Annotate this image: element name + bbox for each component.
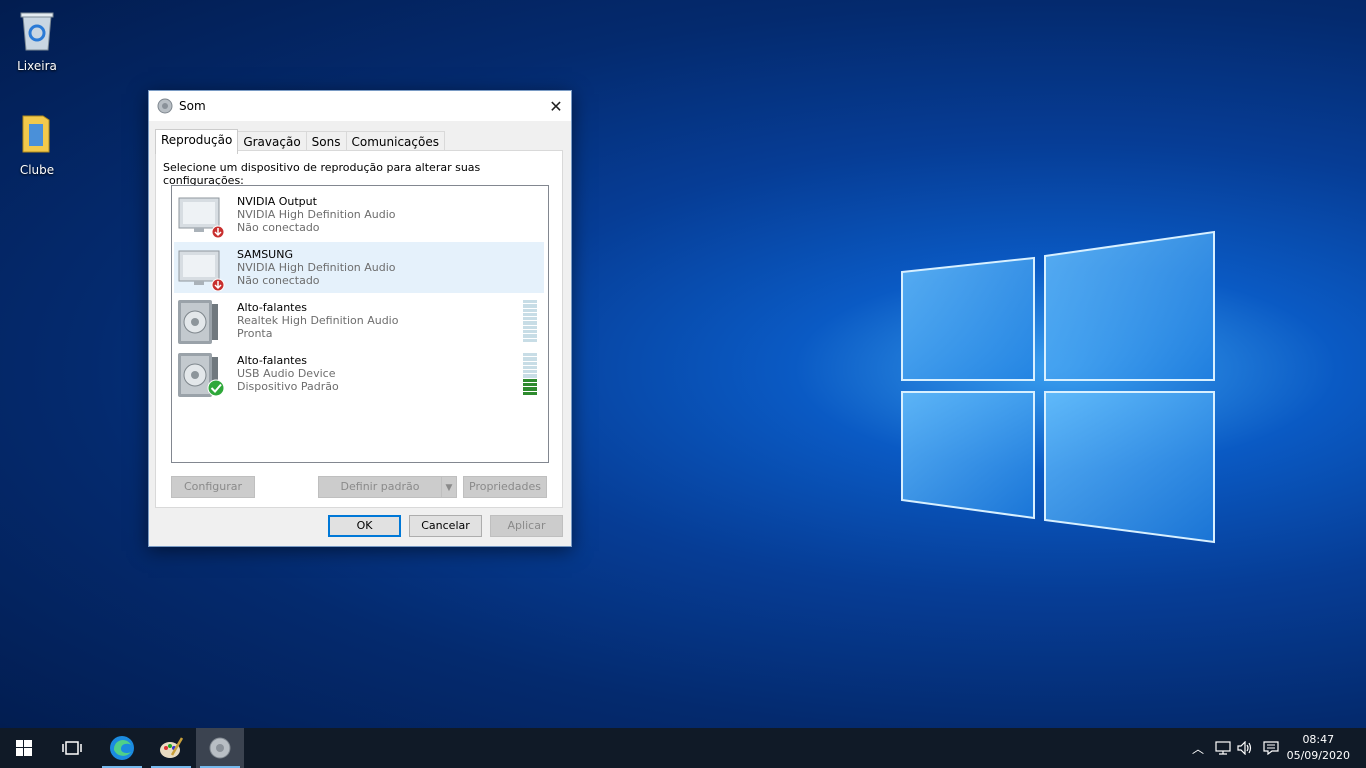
clock-date: 05/09/2020 (1286, 749, 1350, 762)
device-status: Dispositivo Padrão (237, 380, 339, 393)
task-view-button[interactable] (48, 728, 96, 768)
volume-icon (1237, 741, 1252, 755)
device-name: SAMSUNG (237, 248, 293, 261)
desktop-icon-label: Lixeira (17, 59, 57, 73)
device-name: NVIDIA Output (237, 195, 317, 208)
windows-icon (16, 740, 32, 756)
windows-wallpaper-logo (901, 230, 1215, 544)
device-driver: USB Audio Device (237, 367, 336, 380)
device-name: Alto-falantes (237, 354, 307, 367)
ok-button[interactable]: OK (328, 515, 401, 537)
title-bar[interactable]: Som ✕ (149, 91, 571, 121)
apply-button[interactable]: Aplicar (490, 515, 563, 537)
network-icon (1215, 741, 1231, 755)
cancel-button[interactable]: Cancelar (409, 515, 482, 537)
taskbar: ︿ 08:47 05/09/2020 (0, 728, 1366, 768)
instruction-text: Selecione um dispositivo de reprodução p… (163, 161, 481, 187)
device-driver: NVIDIA High Definition Audio (237, 208, 396, 221)
device-item[interactable]: NVIDIA Output NVIDIA High Definition Aud… (174, 189, 544, 240)
action-center-button[interactable] (1260, 728, 1282, 768)
speaker-app-icon (209, 737, 231, 759)
clock-time: 08:47 (1302, 733, 1335, 746)
edge-taskbar-button[interactable] (98, 728, 146, 768)
configure-button[interactable]: Configurar (171, 476, 255, 498)
device-status: Não conectado (237, 274, 320, 287)
monitor-icon (178, 250, 225, 291)
desktop-icon-clube[interactable]: Clube (2, 112, 72, 177)
tab-reproducao[interactable]: Reprodução (155, 129, 239, 154)
start-button[interactable] (0, 728, 48, 768)
desktop-icon-label: Clube (19, 163, 55, 177)
dialog-title: Som (179, 99, 206, 113)
device-status: Pronta (237, 327, 273, 340)
monitor-icon (178, 197, 225, 238)
chevron-down-icon: ▼ (445, 483, 453, 493)
playback-panel: Selecione um dispositivo de reprodução p… (155, 150, 563, 508)
volume-tray-button[interactable] (1235, 728, 1255, 768)
edge-icon (110, 736, 134, 760)
network-tray-button[interactable] (1212, 728, 1234, 768)
device-list[interactable]: NVIDIA Output NVIDIA High Definition Aud… (171, 185, 549, 463)
speaker-icon (178, 300, 218, 344)
sound-taskbar-button[interactable] (196, 728, 244, 768)
device-item-default[interactable]: Alto-falantes USB Audio Device Dispositi… (174, 348, 544, 399)
folder-icon (22, 115, 50, 153)
show-hidden-icons-button[interactable]: ︿ (1188, 728, 1208, 768)
volume-meter (523, 300, 537, 342)
desktop-icon-recycle-bin[interactable]: Lixeira (2, 8, 72, 73)
chevron-up-icon: ︿ (1191, 741, 1204, 756)
device-name: Alto-falantes (237, 301, 307, 314)
sound-dialog: Som ✕ Reprodução Gravação Sons Comunicaç… (148, 90, 572, 547)
device-item-selected[interactable]: SAMSUNG NVIDIA High Definition Audio Não… (174, 242, 544, 293)
device-driver: Realtek High Definition Audio (237, 314, 399, 327)
device-status: Não conectado (237, 221, 320, 234)
paint-taskbar-button[interactable] (147, 728, 195, 768)
set-default-button[interactable]: Definir padrão (318, 476, 442, 498)
properties-button[interactable]: Propriedades (463, 476, 547, 498)
taskbar-clock[interactable]: 08:47 05/09/2020 (1287, 732, 1350, 764)
close-icon: ✕ (549, 96, 563, 116)
speaker-icon (178, 353, 225, 397)
recycle-bin-icon (20, 12, 54, 51)
paint-icon (160, 737, 184, 758)
notification-icon (1263, 741, 1279, 755)
device-item[interactable]: Alto-falantes Realtek High Definition Au… (174, 295, 544, 346)
speaker-app-icon (157, 98, 173, 114)
close-button[interactable]: ✕ (541, 91, 571, 121)
set-default-dropdown[interactable]: ▼ (441, 476, 457, 498)
volume-meter (523, 353, 537, 395)
device-driver: NVIDIA High Definition Audio (237, 261, 396, 274)
task-view-icon (62, 741, 82, 755)
